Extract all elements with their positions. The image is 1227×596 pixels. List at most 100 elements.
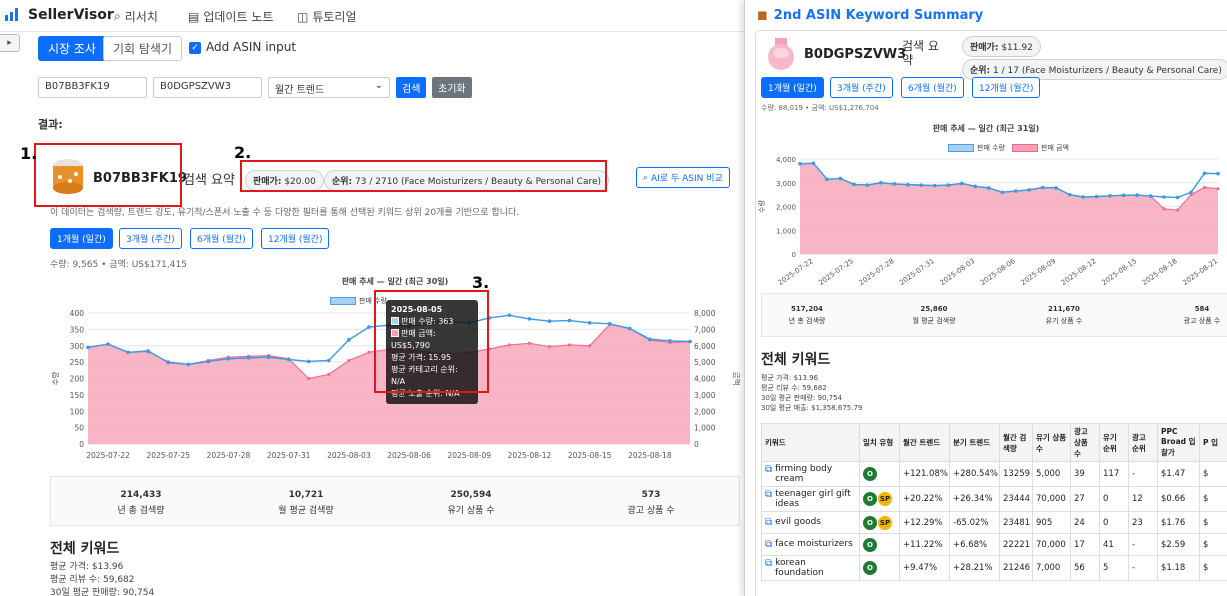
stat-label: 년 총 검색량: [788, 317, 826, 325]
amount-point: [588, 344, 592, 348]
sponsored-badge: SP: [878, 492, 892, 506]
nav-label: 업데이트 노트: [203, 10, 274, 24]
keyword-cell[interactable]: ⧉ firming body cream: [761, 461, 860, 487]
x-tick-label: 2025-07-28: [207, 451, 251, 460]
y2-tick-label: 0: [694, 440, 699, 449]
keyword-cell[interactable]: ⧉ face moisturizers: [761, 533, 860, 556]
qty-point: [1175, 195, 1180, 200]
tab-12-month[interactable]: 12개월 (월간): [261, 228, 330, 249]
cell-m: +11.22%: [899, 533, 950, 556]
qty-point: [607, 322, 612, 326]
column-header[interactable]: PPC Broad 입찰가: [1157, 423, 1200, 462]
cell-p: $: [1199, 511, 1227, 534]
cell-q: +28.21%: [949, 555, 1000, 581]
tab-6-month[interactable]: 6개월 (월간): [190, 228, 253, 249]
cell-ppc: $1.47: [1157, 461, 1200, 487]
panel-tab-6-month[interactable]: 6개월 (월간): [901, 77, 964, 98]
external-link-icon[interactable]: ⧉: [765, 558, 772, 569]
tab-market-research[interactable]: 시장 조사: [38, 36, 106, 61]
column-header[interactable]: 키워드: [761, 423, 860, 462]
column-header[interactable]: 유기 상품 수: [1032, 423, 1071, 462]
y2-tick-label: 8,000: [694, 309, 716, 318]
external-link-icon[interactable]: ⧉: [765, 517, 772, 528]
cell-p: $: [1199, 555, 1227, 581]
qty-point: [1135, 193, 1139, 197]
main-qty-line: 수량: 9,565 • 금액: US$171,415: [50, 260, 187, 270]
search-button[interactable]: 검색: [396, 77, 427, 98]
stat-label: 유기 상품 수: [447, 506, 495, 516]
match-type-cell: O: [859, 555, 900, 581]
period-select[interactable]: 월간 트렌드 ⌄: [268, 77, 390, 98]
keyword-cell[interactable]: ⧉ teenager girl gift ideas: [761, 486, 860, 512]
cell-p: $: [1199, 533, 1227, 556]
y-tick-label: 350: [70, 325, 85, 334]
external-link-icon[interactable]: ⧉: [765, 464, 772, 475]
stat-value: 250,594: [450, 490, 492, 500]
column-header[interactable]: 광고 순위: [1128, 423, 1158, 462]
column-header[interactable]: 유기 순위: [1099, 423, 1129, 462]
table-row: ⧉ face moisturizers O +11.22% +6.68% 22221 70,…: [761, 533, 1227, 556]
asin1-input[interactable]: B07BB3FK19: [38, 77, 147, 98]
tab-1-month[interactable]: 1개월 (일간): [50, 228, 113, 249]
qty-point: [798, 161, 802, 166]
panel-tab-3-month[interactable]: 3개월 (주간): [830, 77, 893, 98]
column-header[interactable]: P 입: [1199, 423, 1227, 462]
panel-title-text: 2nd ASIN Keyword Summary: [773, 8, 984, 23]
annotation-marker-3: 3.: [472, 273, 490, 292]
x-tick-label: 2025-07-22: [777, 257, 815, 287]
x-tick-label: 2025-08-09: [447, 451, 491, 460]
stat-ad: 573 광고 상품 수: [581, 490, 721, 516]
qty-point: [106, 342, 110, 346]
column-header[interactable]: 광고 상품 수: [1070, 423, 1100, 462]
cell-ad: 39: [1070, 461, 1100, 487]
panel-tab-1-month[interactable]: 1개월 (일간): [761, 77, 824, 98]
add-asin-checkbox[interactable]: ✓: [189, 42, 201, 54]
sidebar-toggle[interactable]: ▸: [0, 34, 20, 52]
keyword-cell[interactable]: ⧉ evil goods: [761, 511, 860, 534]
qty-point: [86, 345, 90, 350]
x-tick-label: 2025-08-12: [508, 451, 552, 460]
asin2-input[interactable]: B0DGPSZVW3: [153, 77, 262, 98]
external-link-icon[interactable]: ⧉: [765, 539, 772, 550]
cell-sv: 21246: [999, 555, 1033, 581]
avg-sales: 30일 평균 판매량: 90,754: [50, 588, 155, 596]
price-label: 판매가:: [970, 43, 999, 53]
x-tick-label: 2025-08-15: [1100, 257, 1138, 287]
panel-tab-12-month[interactable]: 12개월 (월간): [972, 77, 1041, 98]
qty-point: [347, 338, 351, 342]
qty-point: [246, 356, 251, 360]
column-header[interactable]: 분기 트렌드: [949, 423, 1000, 462]
cell-ppc: $2.59: [1157, 533, 1200, 556]
panel-section-title: 전체 키워드: [761, 352, 831, 368]
cell-or: 0: [1099, 486, 1129, 512]
cell-q: +6.68%: [949, 533, 1000, 556]
reset-button[interactable]: 초기화: [432, 77, 472, 98]
nav-research[interactable]: ⌕ 리서치: [114, 8, 158, 25]
annotation-marker-1: 1.: [20, 144, 38, 163]
external-link-icon[interactable]: ⧉: [765, 489, 772, 500]
keyword-cell[interactable]: ⧉ korean foundation: [761, 555, 860, 581]
main-chart-title: 판매 추세 — 일간 (최근 30일): [341, 277, 449, 286]
tab-opportunity[interactable]: 기회 탐색기: [103, 36, 183, 61]
ai-compare-button[interactable]: ⌕ AI로 두 ASIN 비교: [636, 167, 730, 188]
qty-point: [1189, 190, 1193, 195]
keyword-text: firming body cream: [775, 464, 833, 484]
y-tick-label: 150: [70, 391, 85, 400]
organic-badge: O: [863, 537, 877, 552]
column-header[interactable]: 일치 유형: [859, 423, 900, 462]
nav-tutorial[interactable]: ◫ 튜토리얼: [297, 8, 357, 25]
column-header[interactable]: 월간 검색량: [999, 423, 1033, 462]
legend-label-amt: 판매 금액: [1041, 144, 1069, 152]
tab-3-month[interactable]: 3개월 (주간): [119, 228, 182, 249]
nav-update-notes[interactable]: ▤ 업데이트 노트: [188, 8, 273, 25]
cell-m: +121.08%: [899, 461, 950, 487]
amount-point: [507, 343, 511, 347]
y-tick-label: 1,000: [776, 227, 796, 235]
amount-point: [327, 372, 331, 377]
app-name[interactable]: SellerVisor: [28, 7, 114, 23]
y-tick-label: 0: [792, 251, 796, 259]
qty-point: [1094, 194, 1099, 199]
y-tick-label: 3,000: [776, 180, 796, 188]
check-icon: ✓: [191, 43, 199, 53]
column-header[interactable]: 월간 트렌드: [899, 423, 950, 462]
